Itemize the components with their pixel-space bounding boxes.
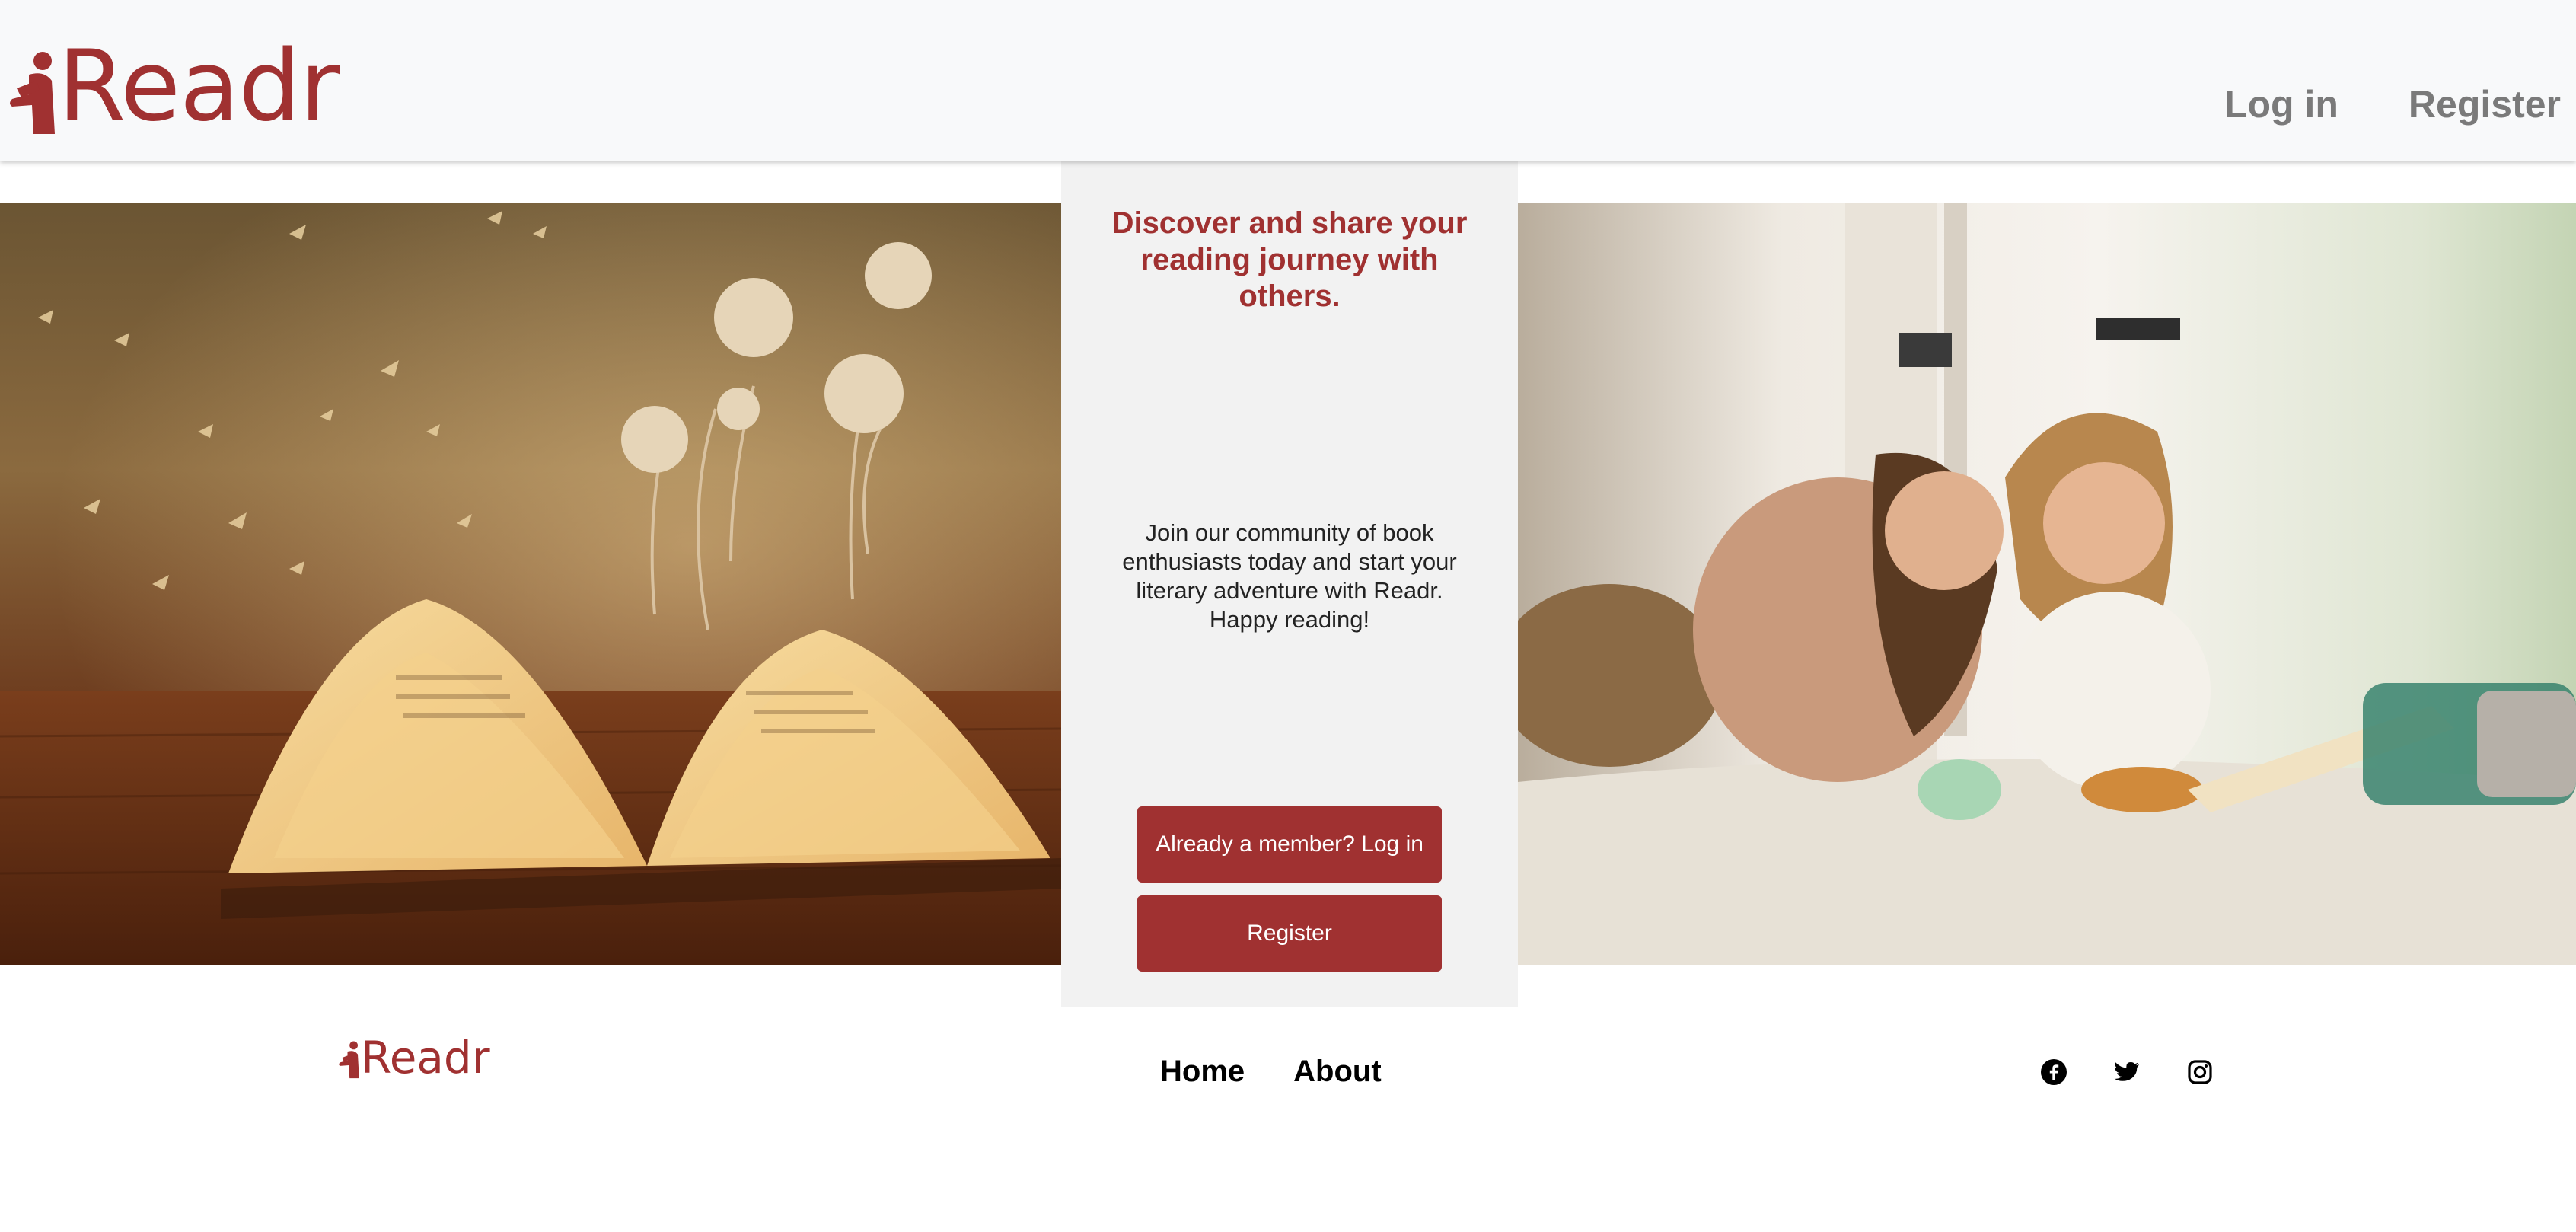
- header-nav: Log in Register: [2224, 82, 2561, 126]
- member-login-button[interactable]: Already a member? Log in: [1137, 806, 1442, 883]
- instagram-icon[interactable]: [2186, 1058, 2214, 1086]
- welcome-panel: Discover and share your reading journey …: [1061, 161, 1518, 1007]
- women-reading-image: [1518, 203, 2576, 965]
- footer-home-link[interactable]: Home: [1160, 1055, 1245, 1089]
- footer-logo[interactable]: Readr: [337, 1036, 490, 1080]
- header-register-link[interactable]: Register: [2409, 82, 2561, 126]
- twitter-icon[interactable]: [2113, 1058, 2141, 1086]
- logo-wordmark: Readr: [58, 30, 340, 143]
- facebook-icon[interactable]: [2040, 1058, 2067, 1086]
- footer-logo-wordmark: Readr: [361, 1032, 490, 1084]
- readr-logo[interactable]: Readr: [6, 30, 340, 143]
- footer-about-link[interactable]: About: [1293, 1055, 1382, 1089]
- hero-intro-text: Join our community of book enthusiasts t…: [1122, 519, 1457, 633]
- header-login-link[interactable]: Log in: [2224, 82, 2338, 126]
- register-button[interactable]: Register: [1137, 895, 1442, 972]
- open-book-image: [0, 203, 1061, 965]
- social-links: [2040, 1058, 2214, 1086]
- footer-nav: Home About: [1160, 1055, 1382, 1089]
- hero-tagline: Discover and share your reading journey …: [1111, 206, 1468, 313]
- site-header: Readr Log in Register: [0, 0, 2576, 161]
